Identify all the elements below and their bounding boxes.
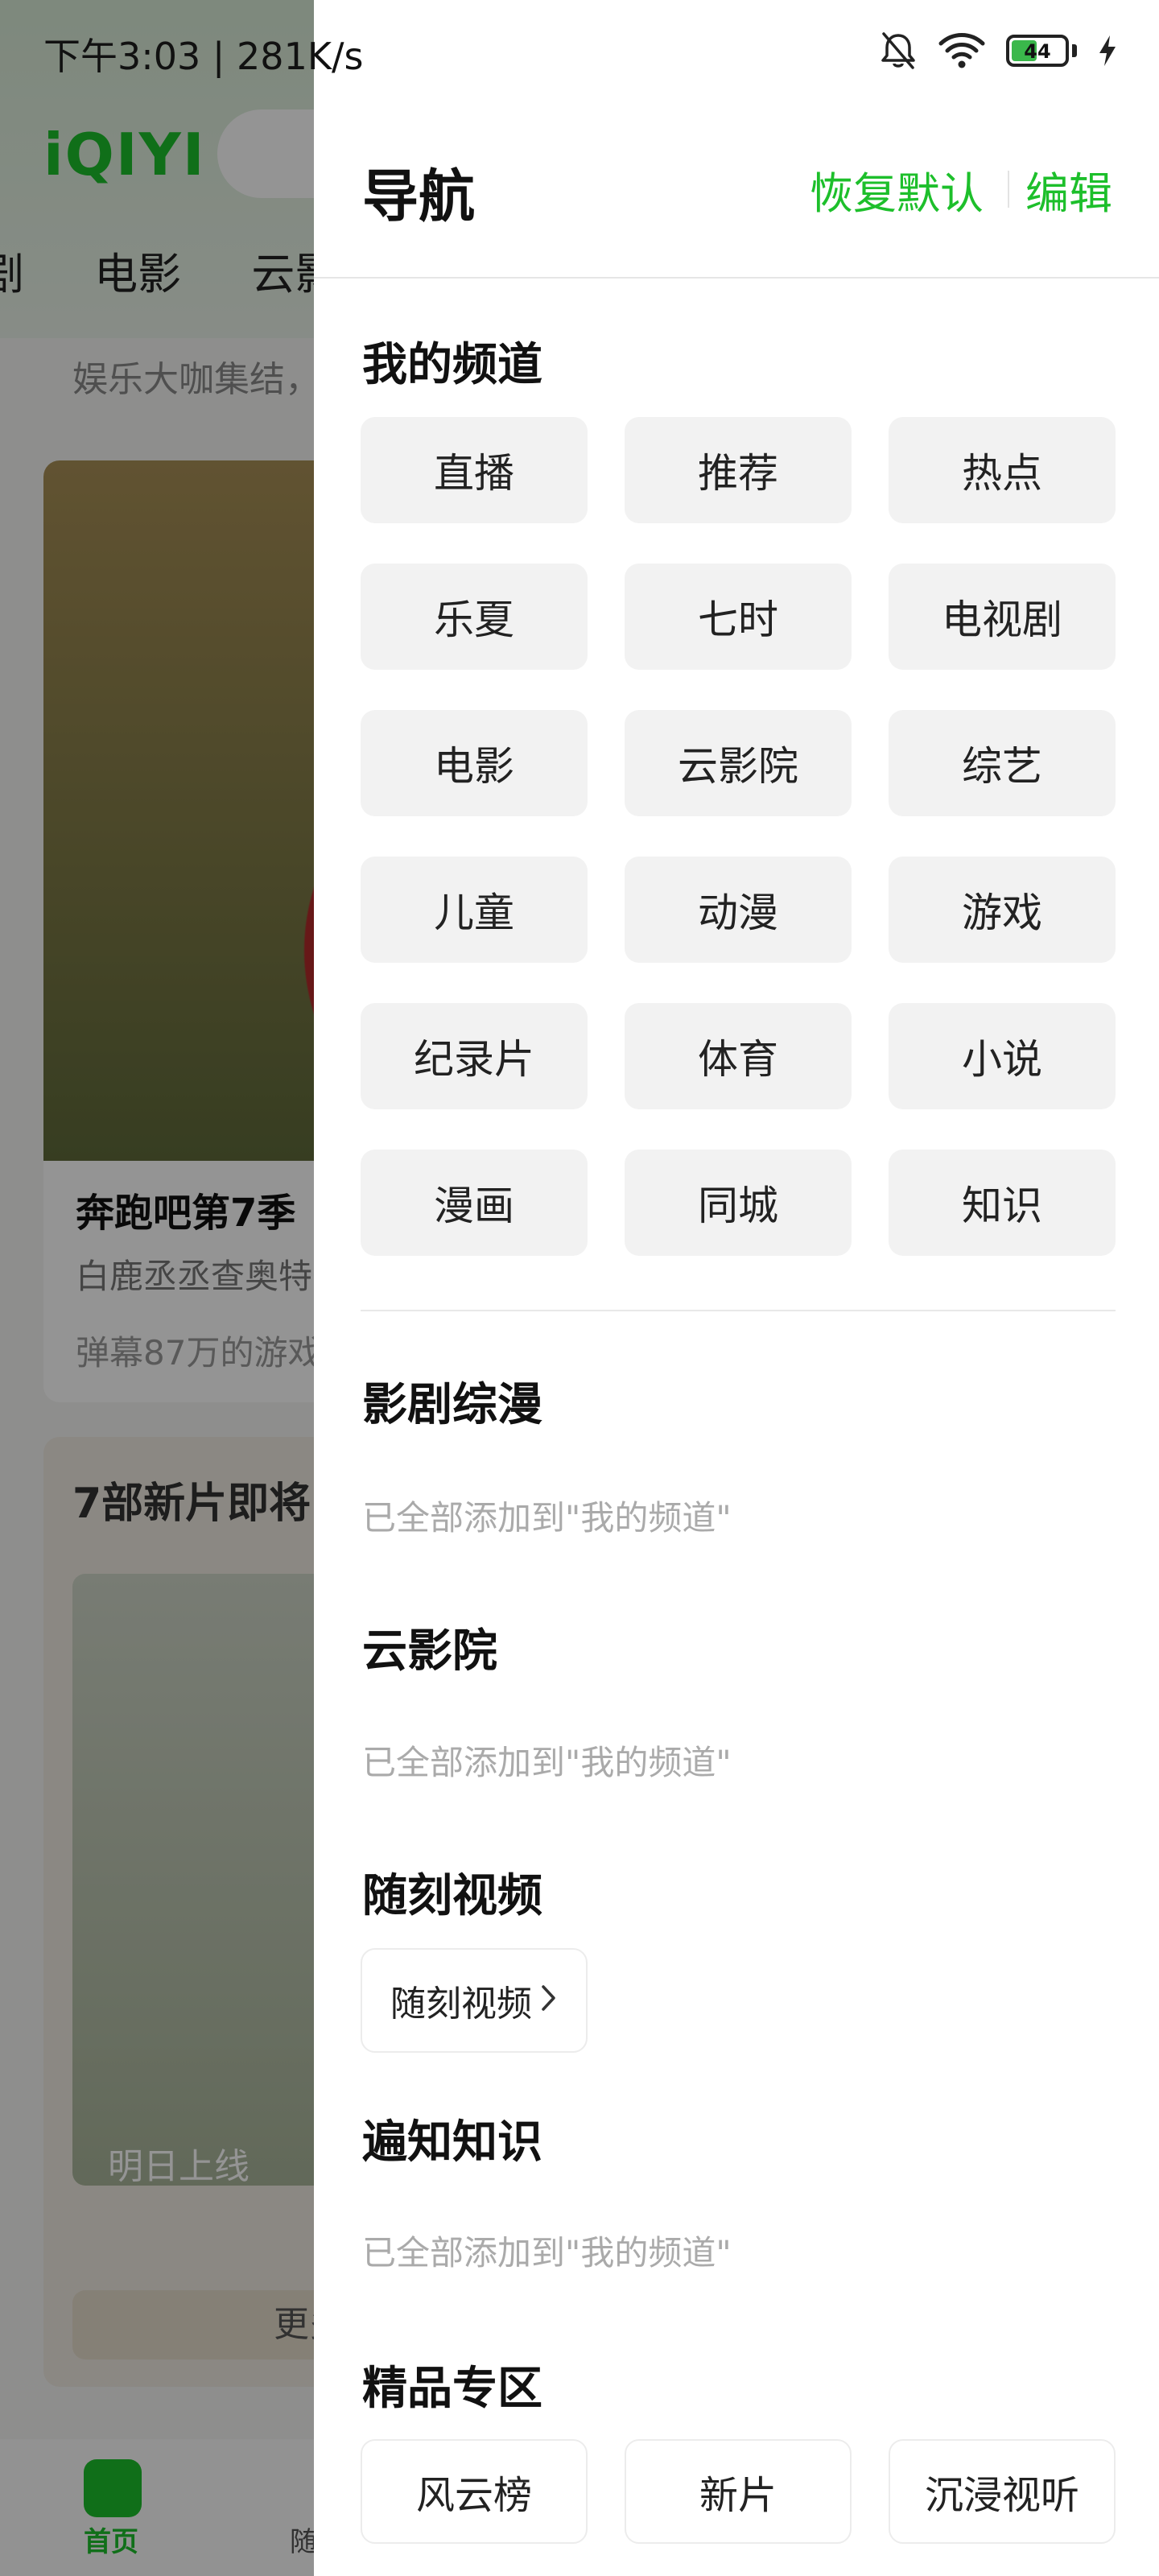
premium-grid: 风云榜 新片 沉浸视听 [361, 2439, 1116, 2544]
premium-chip[interactable]: 风云榜 [361, 2439, 588, 2544]
section-title-drama: 影剧综漫 [362, 1379, 542, 1431]
channel-chip[interactable]: 儿童 [361, 857, 588, 963]
section-title-cloud-cinema: 云影院 [362, 1625, 497, 1678]
my-channels-title: 我的频道 [362, 339, 542, 391]
suike-video-label: 随刻视频 [390, 1984, 532, 2025]
channel-chip[interactable]: 小说 [889, 1003, 1116, 1109]
status-icons: 44 [879, 29, 1117, 72]
battery-level: 44 [1024, 40, 1051, 63]
bell-muted-icon [879, 31, 918, 71]
header-divider [1008, 171, 1009, 208]
section-divider [361, 1310, 1116, 1311]
channel-chip[interactable]: 电影 [361, 710, 588, 816]
navigation-drawer: 导航 恢复默认 编辑 我的频道 直播 推荐 热点 乐夏 七时 电视剧 电影 云影… [314, 0, 1159, 2576]
my-channels-grid: 直播 推荐 热点 乐夏 七时 电视剧 电影 云影院 综艺 儿童 动漫 游戏 纪录… [361, 417, 1116, 1256]
suike-video-link[interactable]: 随刻视频 [361, 1948, 588, 2053]
channel-chip[interactable]: 乐夏 [361, 564, 588, 670]
chevron-right-icon [540, 1980, 558, 2021]
channel-chip[interactable]: 游戏 [889, 857, 1116, 963]
restore-default-button[interactable]: 恢复默认 [810, 158, 984, 221]
channel-chip[interactable]: 动漫 [625, 857, 852, 963]
section-title-knowledge: 遍知知识 [362, 2116, 542, 2169]
charging-icon [1098, 35, 1117, 67]
channel-chip[interactable]: 热点 [889, 417, 1116, 523]
channel-chip[interactable]: 推荐 [625, 417, 852, 523]
channel-chip[interactable]: 电视剧 [889, 564, 1116, 670]
battery-cap [1072, 44, 1077, 57]
channel-chip[interactable]: 直播 [361, 417, 588, 523]
channel-chip[interactable]: 同城 [625, 1150, 852, 1256]
battery-icon: 44 [1006, 35, 1069, 67]
edit-button[interactable]: 编辑 [1025, 158, 1112, 221]
section-title-premium: 精品专区 [362, 2363, 542, 2415]
premium-chip[interactable]: 新片 [625, 2439, 852, 2544]
header-divider-line [314, 277, 1159, 279]
section-note-drama: 已全部添加到"我的频道" [362, 1498, 732, 1538]
channel-chip[interactable]: 综艺 [889, 710, 1116, 816]
channel-chip[interactable]: 知识 [889, 1150, 1116, 1256]
channel-chip[interactable]: 漫画 [361, 1150, 588, 1256]
channel-chip[interactable]: 体育 [625, 1003, 852, 1109]
channel-chip[interactable]: 七时 [625, 564, 852, 670]
channel-chip[interactable]: 纪录片 [361, 1003, 588, 1109]
status-time: 下午3:03 | 281K/s [43, 35, 364, 78]
drawer-header: 导航 恢复默认 编辑 [314, 97, 1159, 277]
section-title-suike: 随刻视频 [362, 1870, 542, 1922]
drawer-title: 导航 [362, 163, 475, 229]
section-note-cloud-cinema: 已全部添加到"我的频道" [362, 1743, 732, 1782]
channel-chip[interactable]: 云影院 [625, 710, 852, 816]
section-note-knowledge: 已全部添加到"我的频道" [362, 2233, 732, 2273]
premium-chip[interactable]: 沉浸视听 [889, 2439, 1116, 2544]
status-bar: 下午3:03 | 281K/s 44 [0, 0, 1159, 97]
wifi-icon [938, 32, 985, 69]
